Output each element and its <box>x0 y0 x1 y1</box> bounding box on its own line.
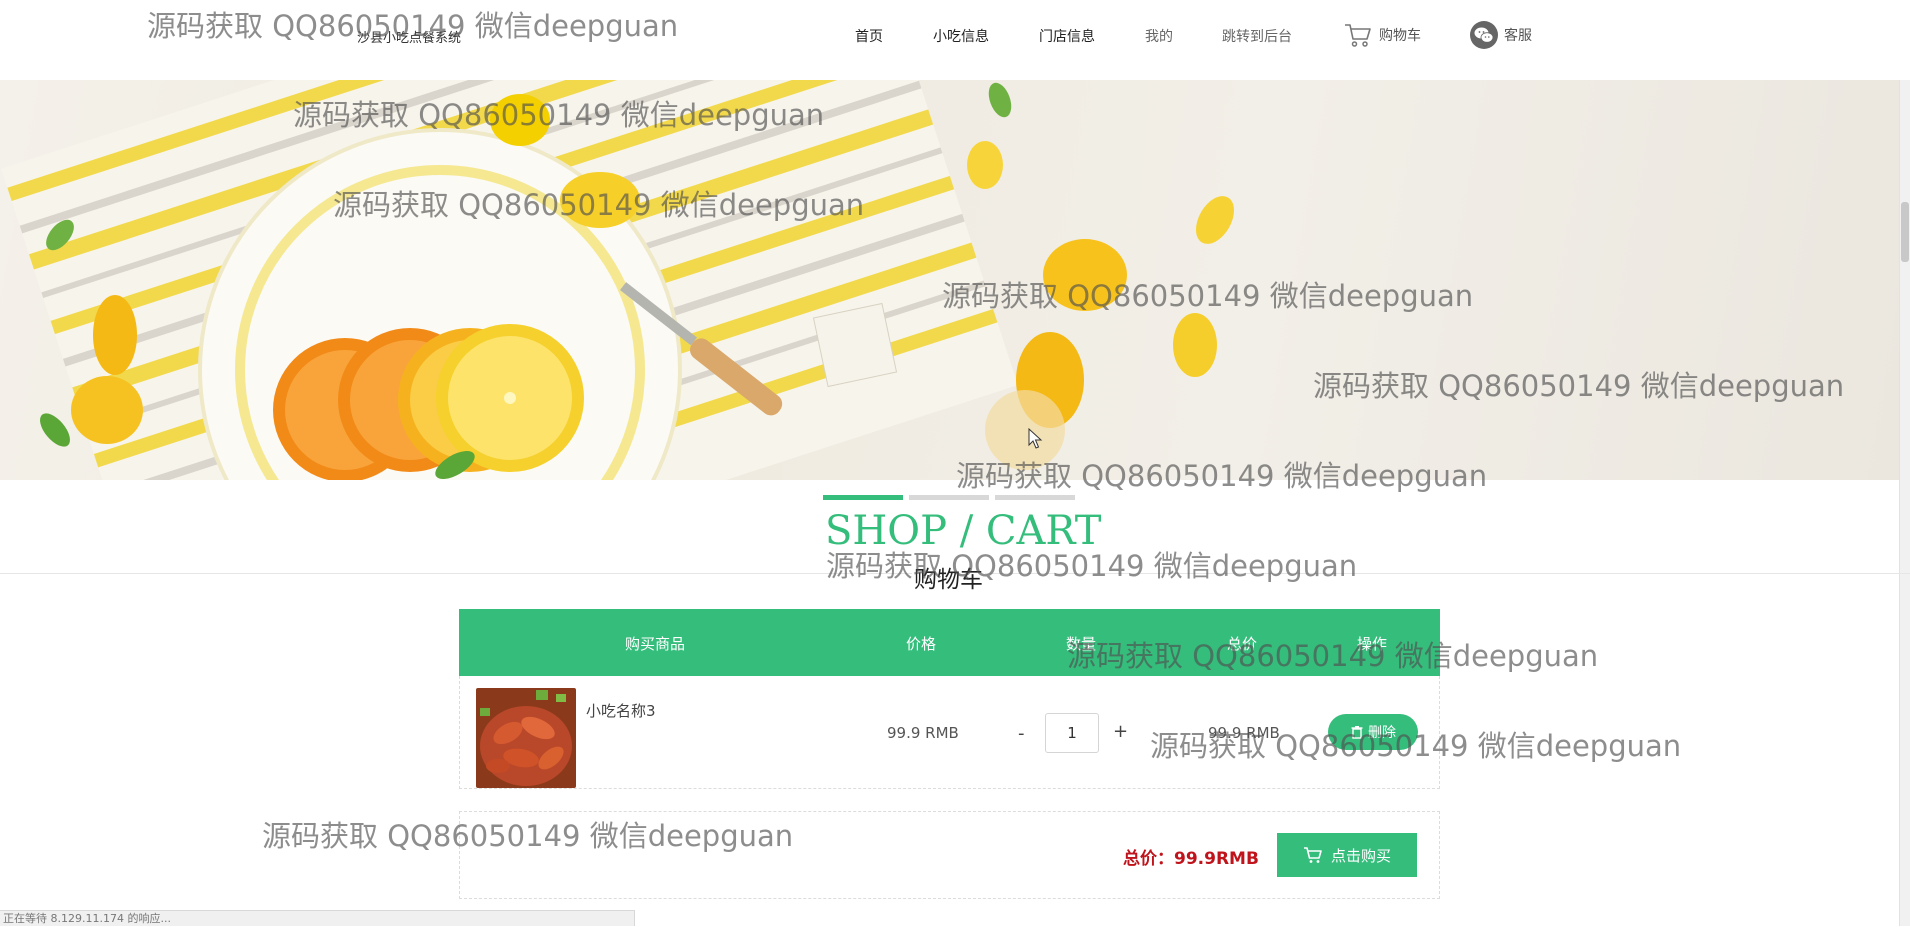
nav-cart-label: 购物车 <box>1379 28 1421 44</box>
scrollbar-thumb[interactable] <box>1901 202 1909 262</box>
delete-item-button[interactable]: 删除 <box>1328 714 1418 750</box>
carousel-indicator-3[interactable] <box>995 495 1075 500</box>
nav-store-info[interactable]: 门店信息 <box>1039 26 1095 46</box>
grand-total: 总价：99.9RMB <box>1123 849 1259 869</box>
cart-row: 小吃名称3 99.9 RMB - + 99.9 RMB 删除 <box>459 676 1440 789</box>
carousel-indicator-2[interactable] <box>909 495 989 500</box>
browser-status-bar: 正在等待 8.129.11.174 的响应... <box>0 910 635 926</box>
col-total: 总价 <box>1227 635 1258 653</box>
col-quantity: 数量 <box>1066 635 1097 653</box>
col-price: 价格 <box>906 635 937 653</box>
top-header: 沙县小吃点餐系统 首页 小吃信息 门店信息 我的 跳转到后台 购物车 客服 <box>0 0 1910 80</box>
nav-service-label: 客服 <box>1504 28 1532 44</box>
col-product: 购买商品 <box>625 635 686 653</box>
col-action: 操作 <box>1357 635 1388 653</box>
quantity-increase-button[interactable]: + <box>1113 721 1128 742</box>
buy-button-label: 点击购买 <box>1330 846 1391 865</box>
cart-icon <box>1345 24 1371 47</box>
quantity-input[interactable] <box>1045 713 1099 753</box>
banner-food-photo <box>1 80 1234 480</box>
nav-mine[interactable]: 我的 <box>1145 26 1173 46</box>
cart-table: 购买商品 价格 数量 总价 操作 小吃名称3 99.9 RMB - + 99. <box>459 609 1440 789</box>
item-price: 99.9 RMB <box>887 724 959 742</box>
nav-admin[interactable]: 跳转到后台 <box>1222 26 1292 46</box>
trash-icon <box>1351 726 1363 739</box>
main-nav: 首页 小吃信息 门店信息 我的 跳转到后台 购物车 客服 <box>0 0 1910 80</box>
crayfish-image <box>476 688 576 788</box>
page-scrollbar[interactable] <box>1899 80 1910 926</box>
item-total: 99.9 RMB <box>1208 724 1280 742</box>
section-title-cn: 购物车 <box>912 560 985 594</box>
hero-banner[interactable] <box>0 80 1900 480</box>
item-name[interactable]: 小吃名称3 <box>586 700 656 721</box>
nav-cart[interactable]: 购物车 <box>1343 20 1421 50</box>
section-title-en: SHOP / CART <box>825 508 1102 554</box>
nav-snack-info[interactable]: 小吃信息 <box>933 26 989 46</box>
nav-home[interactable]: 首页 <box>855 26 883 46</box>
wechat-icon <box>1470 21 1498 49</box>
carousel-indicators <box>823 495 1075 500</box>
cart-icon <box>1303 847 1322 863</box>
quantity-decrease-button[interactable]: - <box>1018 723 1025 744</box>
delete-button-label: 删除 <box>1368 725 1396 741</box>
carousel-indicator-1[interactable] <box>823 495 903 500</box>
item-thumbnail[interactable] <box>476 688 576 788</box>
nav-service[interactable]: 客服 <box>1470 20 1532 50</box>
cart-table-header: 购买商品 价格 数量 总价 操作 <box>459 609 1440 676</box>
buy-button[interactable]: 点击购买 <box>1277 833 1417 877</box>
mouse-cursor-icon <box>1028 428 1043 449</box>
cart-summary: 总价：99.9RMB 点击购买 <box>459 811 1440 899</box>
